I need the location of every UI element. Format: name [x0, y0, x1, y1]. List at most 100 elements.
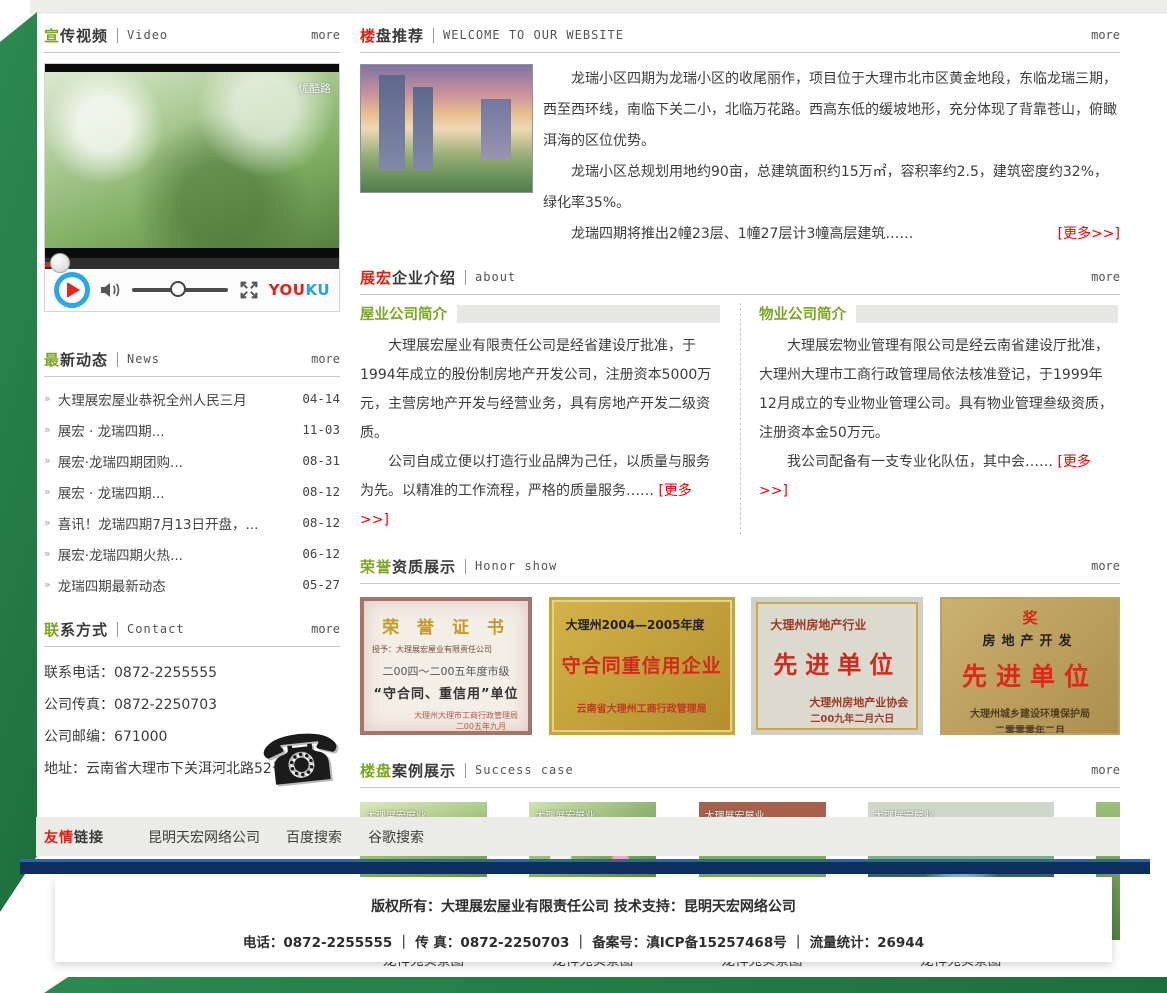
property-company-column: 物业公司简介 大理展宏物业管理有限公司是经云南省建设厅批准，大理州大理市工商行政… — [740, 303, 1120, 535]
contact-section: 联系方式 Contact more 联系电话：0872-2255555 公司传真… — [44, 612, 340, 785]
video-section-header: 宣传视频 Video more — [44, 18, 340, 52]
about-paragraph: 大理展宏屋业有限责任公司是经省建设厅批准，于1994年成立的股份制房地产开发公司… — [360, 332, 720, 448]
volume-icon[interactable] — [99, 279, 123, 301]
header-divider — [433, 28, 434, 43]
cases-section-title: 楼盘案例展示 — [360, 760, 456, 781]
about-paragraph: 公司自成立便以打造行业品牌为己任，以质量与服务为先。以精准的工作流程，严格的质量… — [360, 448, 720, 535]
honor-section-header: 荣誉资质展示 Honor show more — [360, 549, 1120, 583]
section-divider-line — [44, 376, 340, 377]
video-control-bar: YOUKU — [45, 269, 339, 311]
footer: 版权所有：大理展宏屋业有限责任公司 技术支持：昆明天宏网络公司 电话：0872-… — [55, 877, 1112, 962]
news-link[interactable]: 展宏 · 龙瑞四期... — [58, 420, 165, 440]
about-paragraph: 我公司配备有一支专业化队伍，其中会…… [更多>>] — [759, 448, 1118, 506]
recommend-section-title: 楼盘推荐 — [360, 25, 424, 46]
news-more-link[interactable]: more — [311, 352, 340, 366]
housing-company-subheader: 屋业公司简介 — [360, 303, 720, 324]
news-date: 08-12 — [302, 515, 340, 530]
friend-link[interactable]: 百度搜索 — [286, 827, 342, 847]
top-strip — [30, 0, 1167, 14]
recommend-block: 龙瑞小区四期为龙瑞小区的收尾丽作，项目位于大理市北市区黄金地段，东临龙瑞三期，西… — [360, 64, 1120, 250]
honor-more-link[interactable]: more — [1091, 559, 1120, 573]
contact-section-subtitle: Contact — [127, 622, 185, 636]
news-date: 05-27 — [302, 577, 340, 592]
about-section: 展宏企业介绍 about more 屋业公司简介 大理展宏屋业有限责任公司是经省… — [360, 260, 1120, 535]
bullet-icon: » — [44, 516, 51, 529]
recommend-more-link[interactable]: more — [1091, 28, 1120, 42]
news-item[interactable]: » 展宏·龙瑞四期火热... 06-12 — [44, 538, 340, 569]
certificate-image[interactable]: 大理州房地产行业 先进单位 大理州房地产业协会 二00九年二月六日 — [751, 597, 923, 735]
news-link[interactable]: 龙瑞四期最新动态 — [58, 575, 166, 595]
news-item[interactable]: »展宏 · 龙瑞四期...08-12 — [44, 476, 340, 507]
video-letterbox-bottom — [45, 248, 339, 256]
header-divider — [117, 28, 118, 43]
about-more-link[interactable]: more — [1091, 270, 1120, 284]
contact-phone: 联系电话：0872-2255555 — [44, 657, 340, 689]
cases-section-header: 楼盘案例展示 Success case more — [360, 753, 1120, 787]
recommend-paragraph: 龙瑞小区四期为龙瑞小区的收尾丽作，项目位于大理市北市区黄金地段，东临龙瑞三期，西… — [543, 64, 1120, 157]
video-frame[interactable]: 优酷路 — [45, 72, 339, 248]
bullet-icon: » — [44, 547, 51, 560]
video-letterbox-top — [45, 64, 339, 72]
video-more-link[interactable]: more — [311, 28, 340, 42]
news-item[interactable]: »展宏·龙瑞四期团购...08-31 — [44, 445, 340, 476]
property-company-subheader: 物业公司简介 — [759, 303, 1118, 324]
recommend-section-header: 楼盘推荐 WELCOME TO OUR WEBSITE more — [360, 18, 1120, 52]
news-item[interactable]: »大理展宏屋业恭祝全州人民三月04-14 — [44, 383, 340, 414]
recommend-text: 龙瑞小区四期为龙瑞小区的收尾丽作，项目位于大理市北市区黄金地段，东临龙瑞三期，西… — [543, 64, 1120, 250]
news-item[interactable]: » 喜讯！龙瑞四期7月13日开盘，... 08-12 — [44, 507, 340, 538]
about-paragraph: 大理展宏物业管理有限公司是经云南省建设厅批准，大理州大理市工商行政管理局依法核准… — [759, 332, 1118, 448]
news-date: 11-03 — [302, 422, 340, 437]
bullet-icon: » — [44, 578, 51, 591]
footer-info-line: 电话：0872-2255555 ｜ 传 真：0872-2250703 ｜ 备案号… — [55, 931, 1112, 951]
video-player[interactable]: 优酷路 YOUKU — [44, 63, 340, 312]
contact-section-header: 联系方式 Contact more — [44, 612, 340, 646]
section-divider-line — [360, 787, 1120, 788]
friend-link[interactable]: 谷歌搜索 — [368, 827, 424, 847]
property-company-subtitle: 物业公司简介 — [759, 303, 846, 324]
friend-link[interactable]: 昆明天宏网络公司 — [148, 827, 260, 847]
news-link[interactable]: 展宏 · 龙瑞四期... — [58, 482, 165, 502]
recommend-paragraph: 龙瑞小区总规划用地约90亩，总建筑面积约15万㎡，容积率约2.5，建筑密度约32… — [543, 157, 1120, 219]
contact-more-link[interactable]: more — [311, 622, 340, 636]
friend-links: 昆明天宏网络公司 百度搜索 谷歌搜索 — [148, 827, 424, 847]
property-company-text: 大理展宏物业管理有限公司是经云南省建设厅批准，大理州大理市工商行政管理局依法核准… — [759, 332, 1118, 506]
news-link[interactable]: 展宏·龙瑞四期火热... — [58, 544, 183, 564]
about-columns: 屋业公司简介 大理展宏屋业有限责任公司是经省建设厅批准，于1994年成立的股份制… — [360, 303, 1120, 535]
video-section-title: 宣传视频 — [44, 25, 108, 46]
honor-section: 荣誉资质展示 Honor show more 荣 誉 证 书 授予：大理展宏屋业… — [360, 549, 1120, 735]
housing-company-column: 屋业公司简介 大理展宏屋业有限责任公司是经省建设厅批准，于1994年成立的股份制… — [360, 303, 740, 535]
fullscreen-icon[interactable] — [238, 279, 260, 301]
video-progress-bar[interactable] — [45, 256, 339, 269]
bullet-icon: » — [44, 392, 51, 405]
honor-section-subtitle: Honor show — [475, 559, 557, 573]
cases-more-link[interactable]: more — [1091, 763, 1120, 777]
telephone-icon: ☎ — [257, 723, 346, 797]
bullet-icon: » — [44, 454, 51, 467]
header-divider — [465, 270, 466, 285]
certificate-image[interactable]: 大理州2004—2005年度 守合同重信用企业 云南省大理州工商行政管理局 — [549, 597, 735, 735]
news-item[interactable]: » 龙瑞四期最新动态 05-27 — [44, 569, 340, 600]
play-button[interactable] — [54, 272, 90, 308]
recommend-read-more-link[interactable]: [更多>>] — [1030, 219, 1120, 250]
news-link[interactable]: 大理展宏屋业恭祝全州人民三月 — [58, 389, 247, 409]
header-divider — [465, 763, 466, 778]
progress-scrubber-handle[interactable] — [50, 253, 70, 273]
certificate-image[interactable]: 荣 誉 证 书 授予：大理展宏屋业有限责任公司 二00四～二00五年度市级 “守… — [360, 597, 532, 735]
news-date: 06-12 — [302, 546, 340, 561]
news-item[interactable]: »展宏 · 龙瑞四期...11-03 — [44, 414, 340, 445]
news-link[interactable]: 喜讯！龙瑞四期7月13日开盘，... — [58, 513, 259, 533]
bullet-icon: » — [44, 485, 51, 498]
building-rendering-image[interactable] — [360, 64, 533, 193]
volume-slider-handle[interactable] — [170, 281, 186, 297]
green-diagonal-band-left — [0, 0, 37, 920]
section-divider-line — [360, 52, 1120, 53]
news-link[interactable]: 展宏·龙瑞四期团购... — [58, 451, 183, 471]
volume-slider[interactable] — [132, 288, 228, 292]
page: 宣传视频 Video more 优酷路 — [0, 0, 1167, 993]
recommend-section-subtitle: WELCOME TO OUR WEBSITE — [443, 28, 624, 42]
youku-logo[interactable]: YOUKU — [269, 281, 330, 299]
certificate-image[interactable]: 奖 房地产开发 先进单位 大理州城乡建设环境保护局 二零零零年二月 — [940, 597, 1120, 735]
header-divider — [465, 559, 466, 574]
tower-shape — [481, 99, 511, 159]
news-list: »大理展宏屋业恭祝全州人民三月04-14 »展宏 · 龙瑞四期...11-03 … — [44, 383, 340, 600]
